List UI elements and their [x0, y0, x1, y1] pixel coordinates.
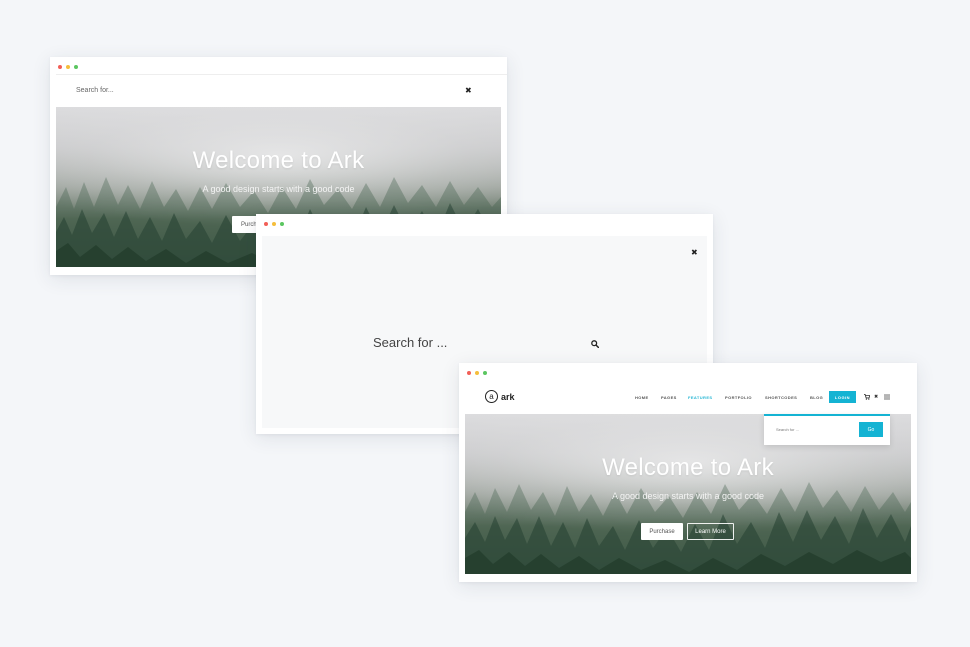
- minimize-dot[interactable]: [272, 222, 276, 226]
- hero-title: Welcome to Ark: [602, 454, 774, 481]
- window-controls: [467, 371, 487, 377]
- close-dot[interactable]: [264, 222, 268, 226]
- nav-item-pages[interactable]: PAGES: [661, 395, 677, 400]
- close-icon[interactable]: ✖: [874, 395, 878, 400]
- minimize-dot[interactable]: [66, 65, 70, 69]
- minimize-dot[interactable]: [475, 371, 479, 375]
- hero-title: Welcome to Ark: [192, 147, 365, 174]
- search-input[interactable]: Search for ...: [776, 427, 799, 432]
- search-bar[interactable]: Search for... ✖: [56, 74, 507, 108]
- hero-subtitle: A good design starts with a good code: [611, 491, 765, 501]
- nav-item-features[interactable]: FEATURES: [688, 395, 712, 400]
- hero-subtitle: A good design starts with a good code: [202, 184, 355, 194]
- nav-item-blog[interactable]: BLOG: [810, 395, 823, 400]
- logo[interactable]: a ark: [485, 390, 515, 403]
- window-controls: [264, 222, 284, 228]
- cart-icon-glyph: [864, 394, 871, 400]
- menu-icon[interactable]: [884, 394, 890, 402]
- logo-mark: a: [485, 390, 498, 403]
- close-icon[interactable]: ✖: [691, 249, 698, 257]
- close-dot[interactable]: [58, 65, 62, 69]
- cart-icon[interactable]: [864, 394, 871, 402]
- close-dot[interactable]: [467, 371, 471, 375]
- site-header: a ark HOME PAGES FEATURES PORTFOLIO SHOR…: [459, 380, 917, 414]
- go-button[interactable]: Go: [859, 422, 883, 437]
- menu-icon-glyph: [884, 394, 890, 400]
- nav-item-portfolio[interactable]: PORTFOLIO: [725, 395, 752, 400]
- maximize-dot[interactable]: [74, 65, 78, 69]
- maximize-dot[interactable]: [483, 371, 487, 375]
- learn-more-button[interactable]: Learn More: [687, 523, 734, 540]
- maximize-dot[interactable]: [280, 222, 284, 226]
- close-icon[interactable]: ✖: [465, 87, 472, 95]
- window-controls: [58, 65, 78, 71]
- search-placeholder[interactable]: Search for...: [76, 87, 114, 94]
- browser-window-dropdown-search: a ark HOME PAGES FEATURES PORTFOLIO SHOR…: [459, 363, 917, 582]
- purchase-button[interactable]: Purchase: [641, 523, 683, 540]
- search-dropdown: Search for ... Go: [764, 414, 890, 445]
- logo-text: ark: [501, 391, 515, 402]
- search-icon[interactable]: [591, 340, 599, 348]
- search-input[interactable]: Search for ...: [373, 335, 447, 350]
- nav-item-home[interactable]: HOME: [635, 395, 649, 400]
- login-button[interactable]: LOGIN: [829, 391, 856, 403]
- nav-item-shortcodes[interactable]: SHORTCODES: [765, 395, 797, 400]
